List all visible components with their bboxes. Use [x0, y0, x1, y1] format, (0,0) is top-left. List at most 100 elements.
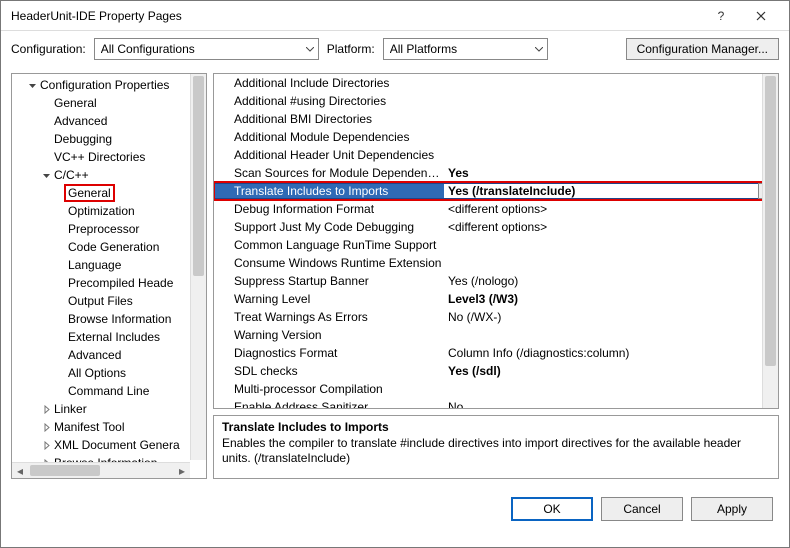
tree-item[interactable]: XML Document Genera [12, 436, 206, 454]
description-panel: Translate Includes to Imports Enables th… [213, 415, 779, 479]
property-name: Debug Information Format [214, 202, 444, 216]
property-row[interactable]: Additional Header Unit Dependencies [214, 146, 778, 164]
tree-item[interactable]: Linker [12, 400, 206, 418]
close-button[interactable] [741, 1, 781, 31]
property-name: Multi-processor Compilation [214, 382, 444, 396]
tree-scrollbar-vertical[interactable] [190, 74, 206, 460]
tree-item[interactable]: All Options [12, 364, 206, 382]
expand-icon[interactable] [40, 423, 52, 432]
property-row[interactable]: SDL checksYes (/sdl) [214, 362, 778, 380]
tree-item-ccpp[interactable]: C/C++ [12, 166, 206, 184]
tree-item[interactable]: Optimization [12, 202, 206, 220]
property-row[interactable]: Scan Sources for Module DependenciesYes [214, 164, 778, 182]
right-column: Additional Include Directories Additional… [213, 73, 779, 479]
property-name: Additional Include Directories [214, 76, 444, 90]
close-icon [756, 11, 766, 21]
property-name: Warning Version [214, 328, 444, 342]
window-title: HeaderUnit-IDE Property Pages [11, 9, 701, 23]
collapse-icon[interactable] [26, 81, 38, 90]
property-row[interactable]: Support Just My Code Debugging<different… [214, 218, 778, 236]
property-row[interactable]: Additional Module Dependencies [214, 128, 778, 146]
property-name: Enable Address Sanitizer [214, 400, 444, 408]
property-name: Additional #using Directories [214, 94, 444, 108]
tree-item[interactable]: General [12, 94, 206, 112]
tree-item[interactable]: Language [12, 256, 206, 274]
property-name: Translate Includes to Imports [214, 184, 444, 198]
property-value[interactable]: Level3 (/W3) [444, 292, 778, 306]
tree-item[interactable]: Output Files [12, 292, 206, 310]
property-row[interactable]: Multi-processor Compilation [214, 380, 778, 398]
property-row[interactable]: Suppress Startup BannerYes (/nologo) [214, 272, 778, 290]
tree-item[interactable]: Code Generation [12, 238, 206, 256]
property-value[interactable]: <different options> [444, 220, 778, 234]
property-name: Warning Level [214, 292, 444, 306]
property-row[interactable]: Treat Warnings As ErrorsNo (/WX-) [214, 308, 778, 326]
property-row[interactable]: Diagnostics FormatColumn Info (/diagnost… [214, 344, 778, 362]
property-value[interactable]: No (/WX-) [444, 310, 778, 324]
expand-icon[interactable] [40, 441, 52, 450]
cancel-button[interactable]: Cancel [601, 497, 683, 521]
description-text: Enables the compiler to translate #inclu… [222, 436, 770, 466]
ok-button[interactable]: OK [511, 497, 593, 521]
tree-item[interactable]: Debugging [12, 130, 206, 148]
property-name: Additional Module Dependencies [214, 130, 444, 144]
property-value[interactable]: No [444, 400, 778, 408]
scrollbar-thumb[interactable] [765, 76, 776, 366]
property-row[interactable]: Additional BMI Directories [214, 110, 778, 128]
config-bar: Configuration: All Configurations Platfo… [1, 31, 789, 67]
property-value[interactable]: Yes (/nologo) [444, 274, 778, 288]
scrollbar-thumb[interactable] [30, 465, 100, 476]
nav-tree: Configuration PropertiesGeneralAdvancedD… [11, 73, 207, 479]
tree-item[interactable]: Manifest Tool [12, 418, 206, 436]
property-row[interactable]: Enable Address SanitizerNo [214, 398, 778, 408]
property-name: SDL checks [214, 364, 444, 378]
configuration-label: Configuration: [11, 42, 86, 56]
chevron-down-icon [306, 42, 314, 56]
tree-item[interactable]: Browse Information [12, 310, 206, 328]
property-value[interactable]: Column Info (/diagnostics:column) [444, 346, 778, 360]
property-row[interactable]: Warning LevelLevel3 (/W3) [214, 290, 778, 308]
tree-item[interactable]: Precompiled Heade [12, 274, 206, 292]
property-value[interactable]: Yes (/translateInclude) [444, 184, 758, 198]
scroll-left-icon[interactable]: ◂ [12, 464, 28, 478]
body: Configuration PropertiesGeneralAdvancedD… [1, 67, 789, 485]
tree-item[interactable]: VC++ Directories [12, 148, 206, 166]
property-name: Additional Header Unit Dependencies [214, 148, 444, 162]
platform-label: Platform: [327, 42, 375, 56]
tree-item-configuration-properties[interactable]: Configuration Properties [12, 76, 206, 94]
tree-item[interactable]: External Includes [12, 328, 206, 346]
property-row[interactable]: Additional #using Directories [214, 92, 778, 110]
property-row[interactable]: Consume Windows Runtime Extension [214, 254, 778, 272]
property-row[interactable]: Warning Version [214, 326, 778, 344]
configuration-value: All Configurations [101, 42, 302, 56]
collapse-icon[interactable] [40, 171, 52, 180]
scrollbar-thumb[interactable] [193, 76, 204, 276]
property-row[interactable]: Additional Include Directories [214, 74, 778, 92]
title-bar: HeaderUnit-IDE Property Pages ? [1, 1, 789, 31]
expand-icon[interactable] [40, 405, 52, 414]
platform-dropdown[interactable]: All Platforms [383, 38, 548, 60]
property-row[interactable]: Translate Includes to ImportsYes (/trans… [214, 182, 778, 200]
property-name: Consume Windows Runtime Extension [214, 256, 444, 270]
tree-scrollbar-horizontal[interactable]: ◂ ▸ [12, 462, 190, 478]
property-value[interactable]: Yes (/sdl) [444, 364, 778, 378]
configuration-dropdown[interactable]: All Configurations [94, 38, 319, 60]
configuration-manager-button[interactable]: Configuration Manager... [626, 38, 779, 60]
tree-item[interactable]: Preprocessor [12, 220, 206, 238]
grid-scrollbar-vertical[interactable] [762, 74, 778, 408]
property-row[interactable]: Common Language RunTime Support [214, 236, 778, 254]
tree-item[interactable]: General [12, 184, 206, 202]
chevron-down-icon [535, 42, 543, 56]
dialog-footer: OK Cancel Apply [1, 485, 789, 533]
tree-item[interactable]: Advanced [12, 346, 206, 364]
property-value[interactable]: <different options> [444, 202, 778, 216]
property-value[interactable]: Yes [444, 166, 778, 180]
tree-item[interactable]: Command Line [12, 382, 206, 400]
property-name: Additional BMI Directories [214, 112, 444, 126]
property-row[interactable]: Debug Information Format<different optio… [214, 200, 778, 218]
scroll-right-icon[interactable]: ▸ [174, 464, 190, 478]
apply-button[interactable]: Apply [691, 497, 773, 521]
tree-item[interactable]: Advanced [12, 112, 206, 130]
help-button[interactable]: ? [701, 1, 741, 31]
property-name: Scan Sources for Module Dependencies [214, 166, 444, 180]
